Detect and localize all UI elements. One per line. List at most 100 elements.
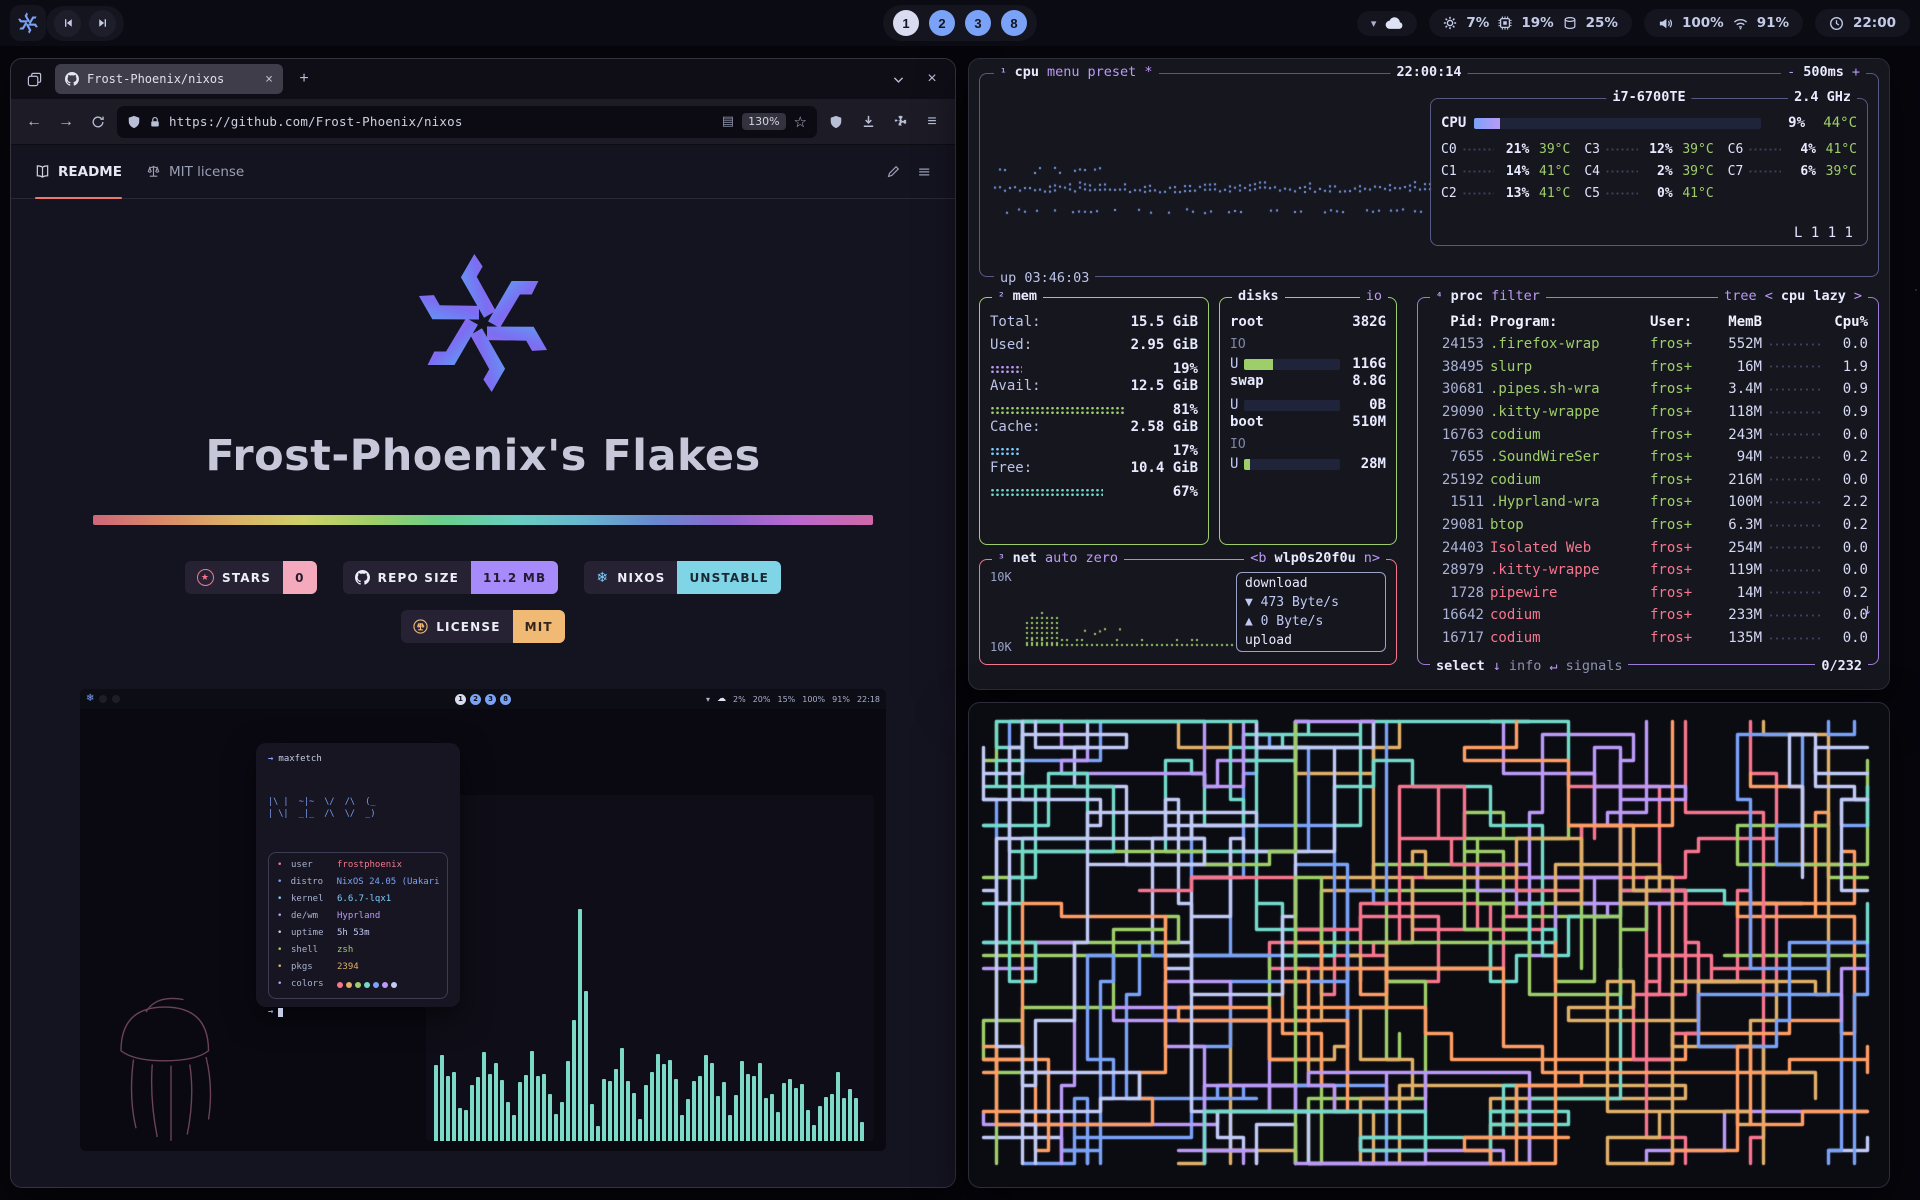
- col-cpu[interactable]: Cpu%: [1828, 314, 1868, 330]
- browser-tab-bar: Frost-Phoenix/nixos × + ×: [11, 59, 955, 99]
- reader-view-icon[interactable]: ▤: [722, 114, 734, 129]
- system-stats-widget[interactable]: 7% 19% 25%: [1429, 9, 1632, 37]
- process-row[interactable]: 7655 .SoundWireSer fros+ 94M 0.2: [1428, 446, 1868, 469]
- process-cpu: 0.9: [1828, 381, 1868, 397]
- viz-bar: [824, 1097, 828, 1141]
- tab-list-button[interactable]: [885, 66, 911, 92]
- process-row[interactable]: 24403 Isolated Web fros+ 254M 0.0: [1428, 536, 1868, 559]
- url-bar[interactable]: https://github.com/Frost-Phoenix/nixos ▤…: [117, 106, 817, 138]
- core-name: C7: [1728, 164, 1744, 179]
- process-name: .kitty-wrappe: [1490, 404, 1644, 420]
- url-text[interactable]: https://github.com/Frost-Phoenix/nixos: [169, 114, 714, 129]
- forward-button[interactable]: →: [53, 109, 79, 135]
- core-temp: 39°C: [1534, 142, 1570, 157]
- viz-bar: [788, 1079, 792, 1141]
- process-row[interactable]: 16717 codium fros+ 135M 0.0: [1428, 627, 1868, 650]
- btop-preset-button[interactable]: preset *: [1088, 64, 1153, 80]
- sort-next-button[interactable]: >: [1854, 288, 1862, 304]
- bookmark-star-icon[interactable]: ☆: [794, 113, 807, 131]
- workspace-pill[interactable]: 1: [893, 10, 919, 36]
- select-hint[interactable]: select: [1436, 658, 1485, 674]
- mini-top-bar: ❄ 1238 ▾ ☁ 2% 20% 15% 100% 91% 22:18: [80, 689, 886, 709]
- window-close-button[interactable]: ×: [919, 66, 945, 92]
- badge-nixos[interactable]: ❄NIXOS UNSTABLE: [584, 561, 781, 594]
- mini-stats: ▾ ☁ 2% 20% 15% 100% 91% 22:18: [706, 694, 880, 704]
- firefox-view-button[interactable]: [21, 66, 47, 92]
- process-row[interactable]: 25192 codium fros+ 216M 0.0: [1428, 469, 1868, 492]
- media-prev-button[interactable]: [54, 10, 81, 37]
- info-hint[interactable]: info: [1509, 658, 1542, 674]
- tracking-shield-icon[interactable]: [127, 115, 141, 129]
- weather-widget[interactable]: ▾: [1357, 11, 1418, 36]
- clock-widget[interactable]: 22:00: [1815, 9, 1910, 37]
- col-mem[interactable]: MemB: [1706, 314, 1762, 330]
- net-zero-button[interactable]: zero: [1086, 550, 1119, 566]
- browser-tab[interactable]: Frost-Phoenix/nixos ×: [55, 64, 283, 94]
- process-mem: 243M: [1706, 427, 1762, 443]
- net-prev-key[interactable]: <b: [1250, 550, 1266, 566]
- interval-decrease-button[interactable]: -: [1787, 64, 1795, 80]
- workspace-pill[interactable]: 8: [1001, 10, 1027, 36]
- interval-increase-button[interactable]: +: [1852, 64, 1860, 80]
- workspace-pill[interactable]: 3: [965, 10, 991, 36]
- outline-list-icon[interactable]: ≡: [918, 162, 931, 181]
- tab-readme[interactable]: README: [35, 145, 122, 198]
- process-row[interactable]: 1511 .Hyprland-wra fros+ 100M 2.2: [1428, 491, 1868, 514]
- palette-dot: [391, 982, 397, 988]
- sort-prev-button[interactable]: <: [1765, 288, 1773, 304]
- fetch-row: • shell zsh: [277, 944, 439, 958]
- process-mem: 118M: [1706, 404, 1762, 420]
- workspace-pill[interactable]: 2: [929, 10, 955, 36]
- process-row[interactable]: 38495 slurp fros+ 16M 1.9: [1428, 356, 1868, 379]
- reload-button[interactable]: [85, 109, 111, 135]
- audio-network-widget[interactable]: 100% 91%: [1644, 9, 1803, 37]
- mem-value: 2.58 GiB: [1131, 419, 1198, 442]
- process-name: .kitty-wrappe: [1490, 562, 1644, 578]
- tab-close-icon[interactable]: ×: [265, 72, 273, 87]
- net-auto-button[interactable]: auto: [1045, 550, 1078, 566]
- process-row[interactable]: 28979 .kitty-wrappe fros+ 119M 0.0: [1428, 559, 1868, 582]
- badge-license[interactable]: LICENSE MIT: [401, 610, 565, 643]
- adblock-shield-icon[interactable]: [823, 109, 849, 135]
- process-pid: 29090: [1428, 404, 1484, 420]
- col-program[interactable]: Program:: [1490, 314, 1644, 330]
- downloads-button[interactable]: [855, 109, 881, 135]
- tab-license[interactable]: MIT license: [146, 145, 244, 198]
- btop-window: ¹cpu menu preset * 22:00:14 - 500ms + i7…: [968, 58, 1890, 690]
- signals-hint[interactable]: signals: [1566, 658, 1623, 674]
- proc-filter-button[interactable]: filter: [1491, 288, 1540, 304]
- zoom-level-badge[interactable]: 130%: [742, 113, 785, 130]
- nixos-menu-button[interactable]: [10, 5, 46, 41]
- process-row[interactable]: 29090 .kitty-wrappe fros+ 118M 0.9: [1428, 401, 1868, 424]
- scrollbar-down-icon[interactable]: ↓: [1863, 600, 1872, 618]
- col-user[interactable]: User:: [1650, 314, 1700, 330]
- process-row[interactable]: 29081 btop fros+ 6.3M 0.2: [1428, 514, 1868, 537]
- mem-meter: [990, 365, 1158, 374]
- btop-menu-button[interactable]: menu: [1047, 64, 1080, 80]
- process-name: .firefox-wrap: [1490, 336, 1644, 352]
- process-name: .SoundWireSer: [1490, 449, 1644, 465]
- col-pid[interactable]: Pid:: [1428, 314, 1484, 330]
- process-row[interactable]: 16642 codium fros+ 233M 0.0: [1428, 604, 1868, 627]
- viz-bar: [692, 1081, 696, 1141]
- net-next-key[interactable]: n>: [1364, 550, 1380, 566]
- process-row[interactable]: 1728 pipewire fros+ 14M 0.2: [1428, 582, 1868, 605]
- extensions-button[interactable]: [887, 109, 913, 135]
- browser-window: Frost-Phoenix/nixos × + × ← → https://gi…: [10, 58, 956, 1188]
- back-button[interactable]: ←: [21, 109, 47, 135]
- process-row[interactable]: 30681 .pipes.sh-wra fros+ 3.4M 0.9: [1428, 378, 1868, 401]
- menu-button[interactable]: ≡: [919, 109, 945, 135]
- process-row[interactable]: 16763 codium fros+ 243M 0.0: [1428, 423, 1868, 446]
- license-scales-icon: [413, 619, 428, 634]
- badge-stars[interactable]: ★STARS 0: [185, 561, 317, 594]
- proc-tree-button[interactable]: tree: [1724, 288, 1757, 304]
- mini-button: [112, 695, 120, 703]
- edit-pencil-icon[interactable]: [886, 165, 900, 179]
- viz-bar: [434, 1065, 438, 1141]
- clock-time: 22:00: [1853, 15, 1896, 31]
- badge-repo-size[interactable]: REPO SIZE 11.2 MB: [343, 561, 559, 594]
- process-row[interactable]: 24153 .firefox-wrap fros+ 552M 0.0: [1428, 333, 1868, 356]
- media-next-button[interactable]: [89, 10, 116, 37]
- new-tab-button[interactable]: +: [291, 66, 317, 92]
- process-pid: 16642: [1428, 607, 1484, 623]
